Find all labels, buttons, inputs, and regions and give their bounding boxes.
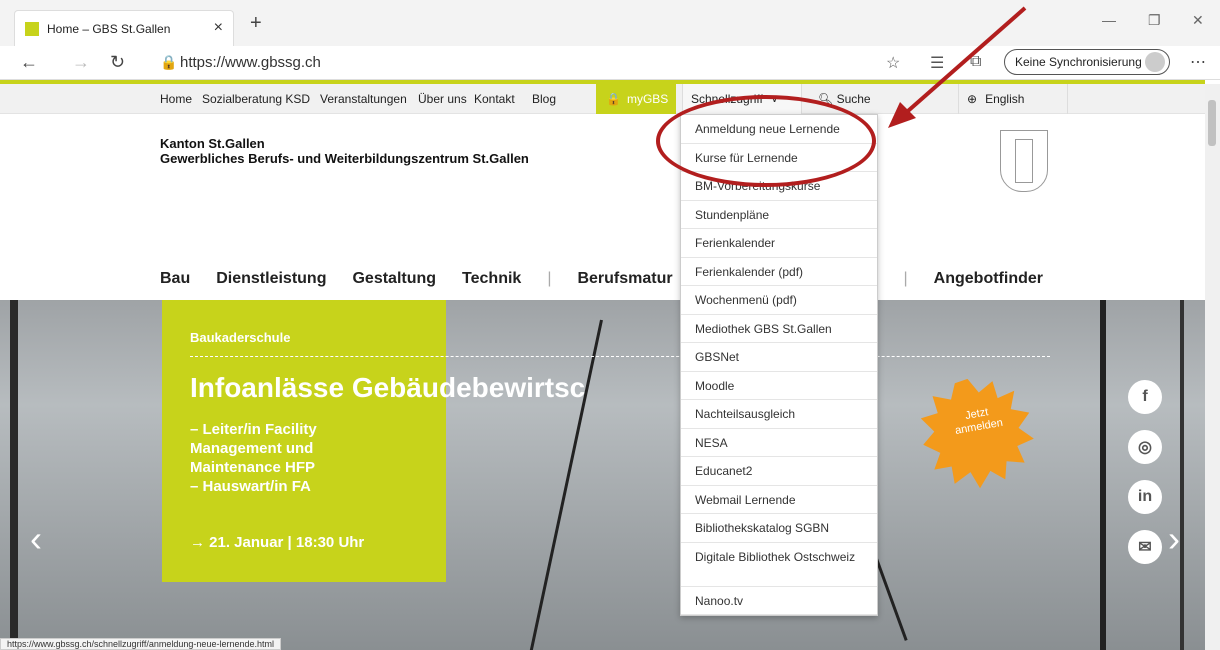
nav-angebotfinder[interactable]: Angebotfinder bbox=[934, 270, 1043, 288]
refresh-icon[interactable]: ↻ bbox=[110, 52, 125, 73]
main-nav: Bau Dienstleistung Gestaltung Technik | … bbox=[160, 270, 1043, 288]
hero-bullet: – Leiter/in Facility bbox=[190, 421, 317, 438]
more-icon[interactable]: ⋯ bbox=[1190, 52, 1206, 72]
menu-item[interactable]: Wochenmenü (pdf) bbox=[681, 286, 877, 315]
menu-item[interactable]: Mediothek GBS St.Gallen bbox=[681, 315, 877, 343]
hero-bullet: Management und bbox=[190, 440, 314, 457]
hero-date[interactable]: → 21. Januar | 18:30 Uhr bbox=[190, 534, 364, 551]
menu-item[interactable]: GBSNet bbox=[681, 343, 877, 372]
nav-dienstleistung[interactable]: Dienstleistung bbox=[216, 270, 326, 288]
nav-bau[interactable]: Bau bbox=[160, 270, 190, 288]
hero-bullet: – Hauswart/in FA bbox=[190, 478, 311, 495]
menu-item[interactable]: NESA bbox=[681, 429, 877, 457]
back-icon[interactable]: ← bbox=[20, 52, 38, 73]
carousel-prev-icon[interactable]: ‹ bbox=[30, 518, 42, 560]
site-title-line1: Kanton St.Gallen bbox=[160, 136, 265, 151]
schnellzugriff-menu: Anmeldung neue Lernende Kurse für Lernen… bbox=[680, 114, 878, 616]
browser-tab[interactable]: Home – GBS St.Gallen × bbox=[14, 10, 234, 46]
nav-separator: | bbox=[903, 270, 908, 287]
site-title[interactable]: Kanton St.Gallen Gewerbliches Berufs- un… bbox=[160, 136, 529, 166]
menu-item[interactable]: Digitale Bibliothek Ostschweiz bbox=[681, 543, 877, 587]
minimize-icon[interactable]: — bbox=[1102, 12, 1116, 28]
mail-icon[interactable]: ✉ bbox=[1128, 530, 1162, 564]
nav-technik[interactable]: Technik bbox=[462, 270, 521, 288]
util-sozialberatung[interactable]: Sozialberatung KSD bbox=[202, 92, 310, 106]
menu-item[interactable]: Moodle bbox=[681, 372, 877, 400]
menu-item[interactable]: Ferienkalender bbox=[681, 229, 877, 258]
mygbs-label: myGBS bbox=[626, 92, 669, 106]
new-tab-icon[interactable]: + bbox=[250, 12, 262, 35]
scrollbar[interactable] bbox=[1205, 84, 1220, 650]
nav-gestaltung[interactable]: Gestaltung bbox=[352, 270, 436, 288]
avatar bbox=[1145, 52, 1165, 72]
forward-icon[interactable]: → bbox=[72, 52, 90, 73]
util-ueber-uns[interactable]: Über uns bbox=[418, 92, 467, 106]
site-title-line2: Gewerbliches Berufs- und Weiterbildungsz… bbox=[160, 151, 529, 166]
nav-berufsmatur[interactable]: Berufsmatur bbox=[577, 270, 672, 288]
menu-item[interactable]: Nachteilsausgleich bbox=[681, 400, 877, 429]
nav-separator: | bbox=[547, 270, 552, 287]
util-blog[interactable]: Blog bbox=[532, 92, 556, 106]
carousel-next-icon[interactable]: › bbox=[1168, 518, 1180, 560]
hero-banner[interactable]: Baukaderschule Infoanlässe Gebäudebewirt… bbox=[0, 300, 1205, 650]
menu-item[interactable]: Educanet2 bbox=[681, 457, 877, 486]
menu-item[interactable]: Webmail Lernende bbox=[681, 486, 877, 514]
url-field[interactable]: https://www.gbssg.ch bbox=[180, 54, 321, 71]
scrollbar-thumb[interactable] bbox=[1208, 100, 1216, 146]
annotation-arrow bbox=[888, 6, 1027, 128]
lock-icon: 🔒 bbox=[160, 54, 178, 70]
close-tab-icon[interactable]: × bbox=[214, 19, 223, 37]
browser-window: Home – GBS St.Gallen × + — ❐ ✕ ← → ↻ 🔒 h… bbox=[0, 0, 1220, 650]
hero-title: Infoanlässe Gebäudebewirtsc bbox=[190, 372, 586, 403]
util-kontakt[interactable]: Kontakt bbox=[474, 92, 515, 106]
menu-item[interactable]: Nanoo.tv bbox=[681, 587, 877, 615]
hero-bullet: Maintenance HFP bbox=[190, 459, 316, 476]
annotation-circle bbox=[656, 95, 876, 187]
status-url: https://www.gbssg.ch/schnellzugriff/anme… bbox=[0, 638, 281, 650]
tab-title: Home – GBS St.Gallen bbox=[47, 21, 171, 36]
padlock-icon: 🔒 bbox=[606, 92, 621, 106]
search-label: Suche bbox=[836, 92, 871, 106]
linkedin-icon[interactable]: in bbox=[1128, 480, 1162, 514]
util-home[interactable]: Home bbox=[160, 92, 192, 106]
mygbs-button[interactable]: 🔒 myGBS bbox=[596, 84, 676, 114]
facebook-icon[interactable]: f bbox=[1128, 380, 1162, 414]
hero-divider bbox=[190, 356, 1050, 357]
restore-icon[interactable]: ❐ bbox=[1148, 12, 1161, 29]
menu-item[interactable]: Ferienkalender (pdf) bbox=[681, 258, 877, 286]
menu-item[interactable]: Stundenpläne bbox=[681, 201, 877, 229]
hero-bullets: – Leiter/in Facility Management und Main… bbox=[190, 420, 317, 496]
menu-item[interactable]: Bibliothekskatalog SGBN bbox=[681, 514, 877, 543]
window-close-icon[interactable]: ✕ bbox=[1192, 12, 1204, 29]
instagram-icon[interactable]: ◎ bbox=[1128, 430, 1162, 464]
favicon-icon bbox=[25, 21, 39, 36]
hero-kicker: Baukaderschule bbox=[190, 330, 291, 345]
util-veranstaltungen[interactable]: Veranstaltungen bbox=[320, 92, 407, 106]
